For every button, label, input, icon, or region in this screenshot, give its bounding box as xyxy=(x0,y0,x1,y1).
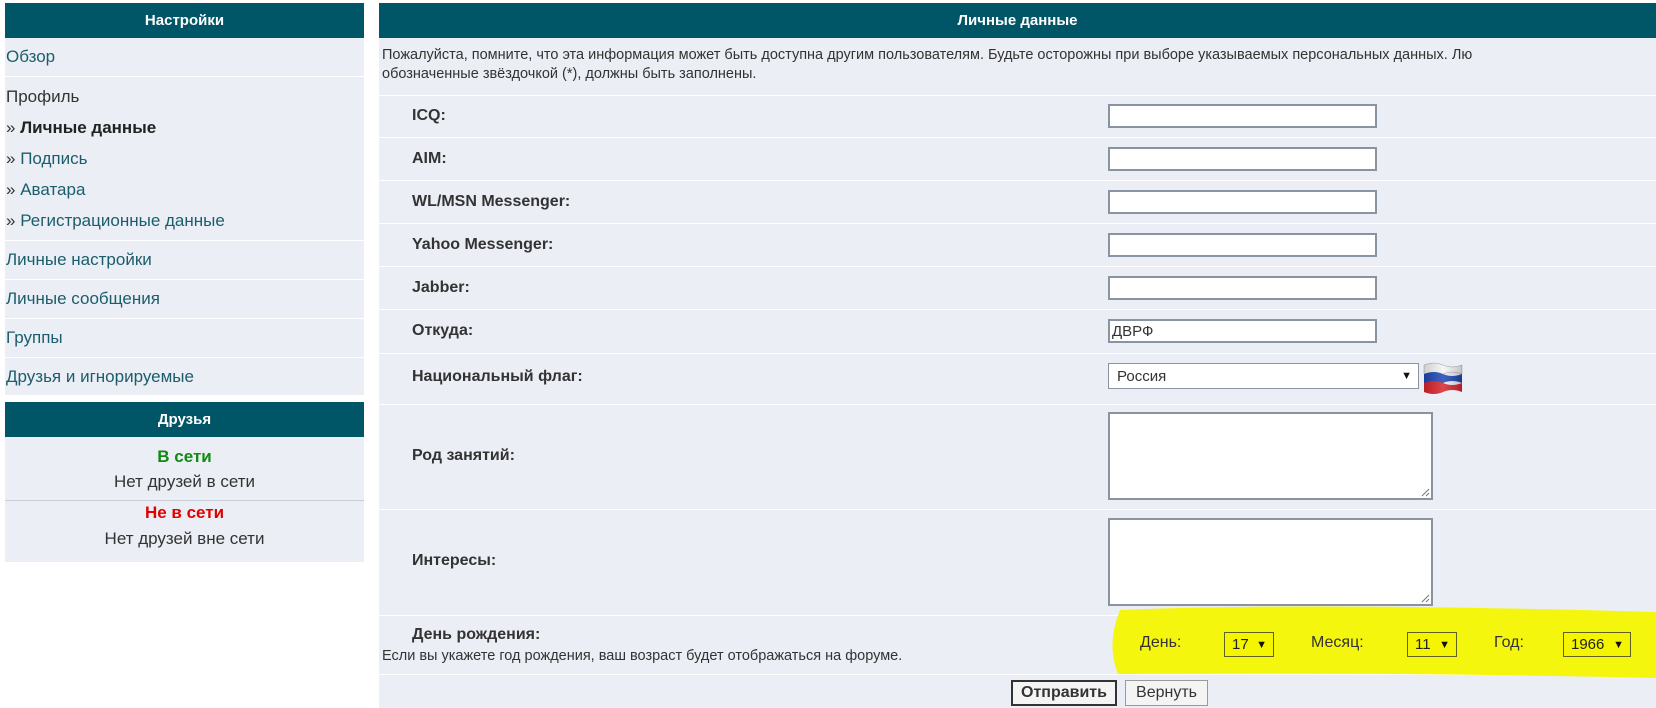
sidebar-profile-label: Профиль xyxy=(6,87,80,106)
month-label: Месяц: xyxy=(1311,634,1364,651)
sidebar-item-friends-foes-label[interactable]: Друзья и игнорируемые xyxy=(6,358,364,395)
year-select[interactable]: 1966 ▼ xyxy=(1563,632,1631,657)
sidebar-item-personal-data-label[interactable]: Личные данные xyxy=(20,118,156,137)
birthday-label: День рождения: xyxy=(412,626,541,643)
sidebar-item-private-messages-label[interactable]: Личные сообщения xyxy=(6,280,364,318)
sidebar-item-groups[interactable]: Группы xyxy=(5,319,364,357)
msn-label: WL/MSN Messenger: xyxy=(412,193,571,210)
sidebar-item-overview[interactable]: Обзор xyxy=(5,38,364,76)
submit-button-label: Отправить xyxy=(1021,684,1107,701)
aim-input[interactable] xyxy=(1108,147,1377,171)
jabber-row xyxy=(379,266,1656,309)
occupation-textarea[interactable] xyxy=(1108,412,1433,500)
aim-row xyxy=(379,137,1656,180)
russia-flag-icon xyxy=(1423,362,1463,394)
settings-header: Настройки xyxy=(5,3,364,38)
sidebar-profile-group: Профиль » Личные данные » Подпись » Ават… xyxy=(5,77,364,240)
location-row xyxy=(379,309,1656,353)
raquo-marker: » xyxy=(6,118,16,137)
msn-input[interactable] xyxy=(1108,190,1377,214)
year-select-value: 1966 xyxy=(1571,636,1605,653)
friends-header-title: Друзья xyxy=(157,411,212,428)
aim-label: AIM: xyxy=(412,150,447,167)
location-label: Откуда: xyxy=(412,322,474,339)
reset-button[interactable]: Вернуть xyxy=(1125,680,1208,706)
sidebar-item-registration-label[interactable]: Регистрационные данные xyxy=(20,211,225,230)
interests-label: Интересы: xyxy=(412,552,497,569)
month-select[interactable]: 11 ▼ xyxy=(1407,632,1457,657)
sidebar-item-friends-foes[interactable]: Друзья и игнорируемые xyxy=(5,358,364,395)
raquo-marker: » xyxy=(6,211,16,230)
icq-row xyxy=(379,95,1656,137)
friends-online-empty: Нет друзей в сети xyxy=(113,472,256,491)
day-select-value: 17 xyxy=(1232,636,1249,653)
raquo-marker: » xyxy=(6,180,16,199)
jabber-label: Jabber: xyxy=(412,279,470,296)
sidebar-item-personal-settings[interactable]: Личные настройки xyxy=(5,241,364,279)
personal-data-header-title: Личные данные xyxy=(957,12,1078,29)
day-select[interactable]: 17 ▼ xyxy=(1224,632,1274,657)
friends-offline-empty: Нет друзей вне сети xyxy=(104,529,265,548)
friends-online-title: В сети xyxy=(157,447,212,466)
reset-button-label: Вернуть xyxy=(1136,684,1197,701)
msn-row xyxy=(379,180,1656,223)
yahoo-input[interactable] xyxy=(1108,233,1377,257)
sidebar-item-personal-data[interactable]: » Личные данные xyxy=(6,112,364,143)
birthday-hint: Если вы укажете год рождения, ваш возрас… xyxy=(382,648,903,664)
icq-label: ICQ: xyxy=(412,107,446,124)
notice-line-2: обозначенные звёздочкой (*), должны быть… xyxy=(382,66,757,82)
sidebar-item-signature[interactable]: » Подпись xyxy=(6,143,364,174)
yahoo-row xyxy=(379,223,1656,266)
year-label: Год: xyxy=(1494,634,1524,651)
sidebar-item-registration[interactable]: » Регистрационные данные xyxy=(6,205,364,236)
submit-button[interactable]: Отправить xyxy=(1011,680,1117,706)
raquo-marker: » xyxy=(6,149,16,168)
icq-input[interactable] xyxy=(1108,104,1377,128)
flag-label: Национальный флаг: xyxy=(412,368,583,385)
notice-text: Пожалуйста, помните, что эта информация … xyxy=(382,46,1654,84)
yahoo-label: Yahoo Messenger: xyxy=(412,236,554,253)
sidebar-item-personal-settings-label[interactable]: Личные настройки xyxy=(6,241,364,279)
location-input[interactable] xyxy=(1108,319,1377,343)
resize-grip-icon[interactable] xyxy=(1420,487,1430,497)
settings-header-title: Настройки xyxy=(144,12,225,29)
sidebar-item-private-messages[interactable]: Личные сообщения xyxy=(5,280,364,318)
chevron-down-icon: ▼ xyxy=(1613,638,1624,651)
occupation-row xyxy=(379,404,1656,509)
friends-offline-title: Не в сети xyxy=(144,503,225,522)
notice-row: Пожалуйста, помните, что эта информация … xyxy=(379,38,1656,95)
sidebar-item-avatar[interactable]: » Аватара xyxy=(6,174,364,205)
friends-header: Друзья xyxy=(5,402,364,437)
sidebar-item-avatar-label[interactable]: Аватара xyxy=(20,180,85,199)
friends-online-section: В сети Нет друзей в сети xyxy=(5,437,364,500)
friends-offline-section: Не в сети Нет друзей вне сети xyxy=(5,501,364,562)
day-label: День: xyxy=(1140,634,1182,651)
month-select-value: 11 xyxy=(1415,636,1431,653)
flag-select-value: Россия xyxy=(1117,367,1167,385)
interests-textarea[interactable] xyxy=(1108,518,1433,606)
chevron-down-icon: ▼ xyxy=(1256,638,1267,651)
personal-data-header: Личные данные xyxy=(379,3,1656,38)
chevron-down-icon: ▼ xyxy=(1439,638,1450,651)
chevron-down-icon: ▼ xyxy=(1401,370,1412,382)
flag-select[interactable]: Россия ▼ xyxy=(1108,363,1419,389)
sidebar-item-groups-label[interactable]: Группы xyxy=(6,319,364,357)
jabber-input[interactable] xyxy=(1108,276,1377,300)
occupation-label: Род занятий: xyxy=(412,447,515,464)
notice-line-1: Пожалуйста, помните, что эта информация … xyxy=(382,47,1473,63)
sidebar-item-signature-label[interactable]: Подпись xyxy=(20,149,87,168)
sidebar-item-overview-label[interactable]: Обзор xyxy=(6,38,364,76)
